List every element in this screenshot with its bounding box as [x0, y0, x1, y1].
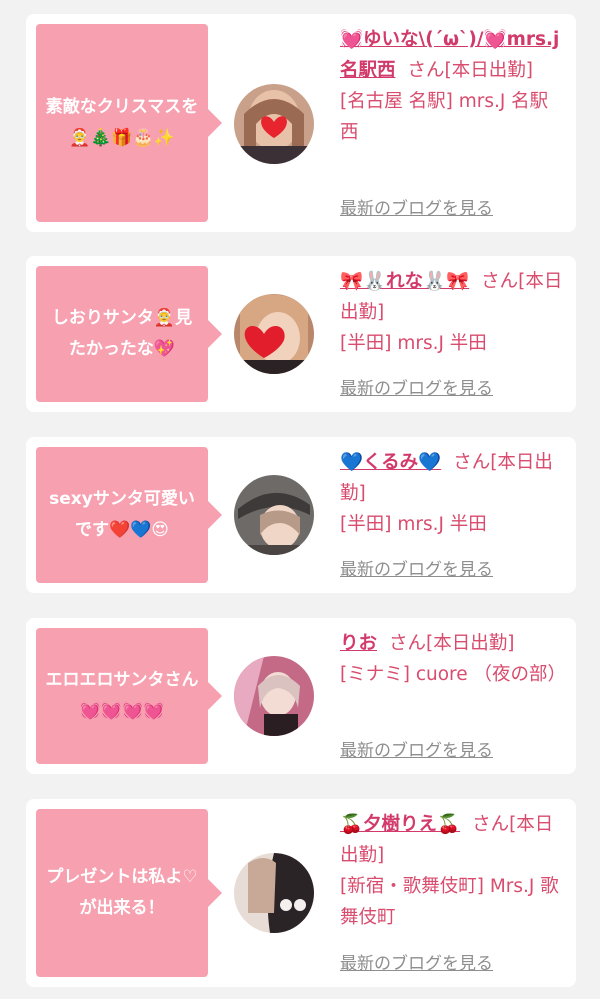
girl-name-link[interactable]: 💙くるみ💙	[340, 452, 441, 473]
shop-info: [名古屋 名駅] mrs.J 名駅西	[340, 91, 549, 143]
list-item: プレゼントは私よ♡が出来る！ 🍒夕樹りえ🍒 さん[本日出勤] [新宿・歌舞伎町] …	[26, 799, 576, 987]
girl-status: さん[本日出勤]	[407, 60, 533, 81]
girl-name-link[interactable]: 🎀🐰れな🐰🎀	[340, 271, 469, 292]
latest-blog-link[interactable]: 最新のブログを見る	[340, 949, 493, 974]
avatar[interactable]	[234, 656, 314, 736]
girl-name-link[interactable]: りお	[340, 633, 377, 654]
latest-blog-link[interactable]: 最新のブログを見る	[340, 194, 493, 219]
latest-blog-link[interactable]: 最新のブログを見る	[340, 736, 493, 761]
blog-comment-list: 素敵なクリスマスを🤶🎄🎁🎂✨ 💓ゆいな\(´ω`)/💓mrs.j名駅西 さん[本日…	[0, 0, 600, 999]
latest-blog-link[interactable]: 最新のブログを見る	[340, 374, 493, 399]
latest-blog-link[interactable]: 最新のブログを見る	[340, 555, 493, 580]
list-item: エロエロサンタさん💓💓💓💓 りお さん[本日出勤] [ミナミ] cuore （夜の…	[26, 618, 576, 774]
comment-text: 素敵なクリスマスを🤶🎄🎁🎂✨	[45, 97, 199, 148]
list-item: sexyサンタ可愛いです❤️💙😍 💙くるみ💙 さん[本日出勤] [半田] mrs.…	[26, 437, 576, 593]
comment-text: sexyサンタ可愛いです❤️💙😍	[49, 489, 195, 540]
girl-info: 💙くるみ💙 さん[本日出勤] [半田] mrs.J 半田	[340, 447, 566, 540]
shop-info: [半田] mrs.J 半田	[340, 333, 487, 354]
shop-info: [新宿・歌舞伎町] Mrs.J 歌舞伎町	[340, 876, 559, 928]
avatar[interactable]	[234, 853, 314, 933]
girl-info: 💓ゆいな\(´ω`)/💓mrs.j名駅西 さん[本日出勤] [名古屋 名駅] mr…	[340, 24, 566, 148]
girl-info: 🍒夕樹りえ🍒 さん[本日出勤] [新宿・歌舞伎町] Mrs.J 歌舞伎町	[340, 809, 566, 933]
comment-bubble: しおりサンタ🤶見たかったな💖	[36, 266, 222, 402]
avatar[interactable]	[234, 84, 314, 164]
avatar[interactable]	[234, 475, 314, 555]
comment-bubble: sexyサンタ可愛いです❤️💙😍	[36, 447, 222, 583]
girl-info: りお さん[本日出勤] [ミナミ] cuore （夜の部）	[340, 628, 566, 690]
shop-info: [半田] mrs.J 半田	[340, 514, 487, 535]
girl-status: さん[本日出勤]	[389, 633, 515, 654]
comment-text: プレゼントは私よ♡が出来る！	[46, 867, 198, 918]
comment-bubble: 素敵なクリスマスを🤶🎄🎁🎂✨	[36, 24, 222, 222]
comment-text: エロエロサンタさん💓💓💓💓	[45, 670, 199, 721]
list-item: 素敵なクリスマスを🤶🎄🎁🎂✨ 💓ゆいな\(´ω`)/💓mrs.j名駅西 さん[本日…	[26, 14, 576, 232]
comment-bubble: プレゼントは私よ♡が出来る！	[36, 809, 222, 977]
comment-bubble: エロエロサンタさん💓💓💓💓	[36, 628, 222, 764]
girl-name-link[interactable]: 🍒夕樹りえ🍒	[340, 814, 460, 835]
list-item: しおりサンタ🤶見たかったな💖 🎀🐰れな🐰🎀 さん[本日出勤] [半田] mrs.J…	[26, 256, 576, 412]
shop-info: [ミナミ] cuore （夜の部）	[340, 664, 566, 685]
girl-info: 🎀🐰れな🐰🎀 さん[本日出勤] [半田] mrs.J 半田	[340, 266, 566, 359]
comment-text: しおりサンタ🤶見たかったな💖	[51, 308, 193, 359]
avatar[interactable]	[234, 294, 314, 374]
